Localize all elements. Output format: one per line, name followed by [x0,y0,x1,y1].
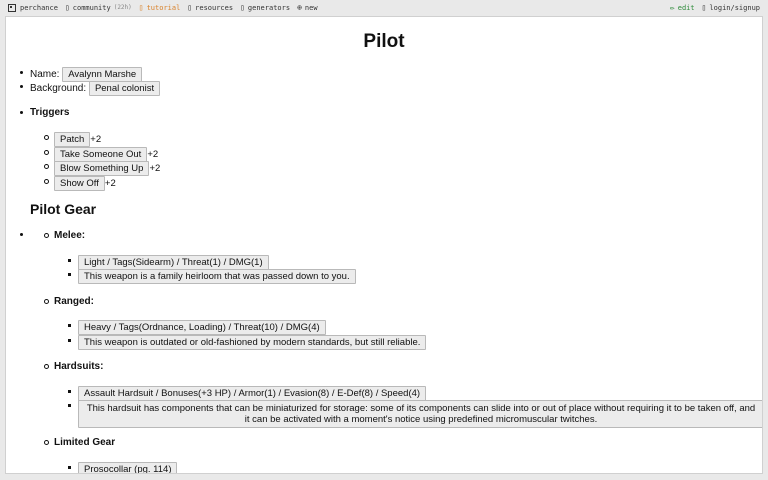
name-label: Name: [30,69,60,80]
background-value-button[interactable]: Penal colonist [88,81,161,96]
folder-icon: ▯ [187,3,193,12]
nav-resources-link[interactable]: ▯ resources [187,3,233,12]
community-badge: (22h) [113,4,132,11]
top-nav-left: perchance ▯ community (22h) ▯ tutorial ▯… [0,3,325,12]
gear-list-bullet [20,233,23,236]
top-nav-right: ✏ edit ▯ login/signup [670,3,768,12]
ranged-label: Ranged: [44,296,94,307]
user-icon: ▯ [701,3,707,12]
melee-label: Melee: [43,230,86,241]
trigger-item: Blow Something Up +2 [43,161,161,176]
hardsuit-desc-button[interactable]: This hardsuit has components that can be… [78,400,762,428]
trigger-item: Take Someone Out +2 [43,147,159,162]
nav-new-link[interactable]: ⊕ new [297,3,317,12]
top-nav-bar: perchance ▯ community (22h) ▯ tutorial ▯… [0,0,768,15]
list-icon: ▯ [240,3,245,12]
nav-community-label: community [72,3,111,12]
nav-tutorial-link[interactable]: ▯ tutorial [139,3,181,12]
chat-icon: ▯ [64,3,70,12]
hardsuit-stats-item: Assault Hardsuit / Bonuses(+3 HP) / Armo… [67,386,427,401]
ranged-desc-item: This weapon is outdated or old-fashioned… [67,335,427,350]
nav-tutorial-label: tutorial [146,3,181,12]
triggers-heading: Triggers [19,107,70,118]
hardsuit-desc-item: This hardsuit has components that can be… [68,400,762,428]
ranged-stats-button[interactable]: Heavy / Tags(Ordnance, Loading) / Threat… [78,320,326,335]
nav-generators-link[interactable]: ▯ generators [240,3,290,12]
page-title: Pilot [363,31,405,52]
trigger-modifier: +2 [147,149,159,160]
trigger-modifier: +2 [90,134,102,145]
ranged-stats-item: Heavy / Tags(Ordnance, Loading) / Threat… [68,320,326,335]
hardsuit-stats-button[interactable]: Assault Hardsuit / Bonuses(+3 HP) / Armo… [78,386,427,401]
nav-home-label: perchance [20,3,58,12]
trigger-button[interactable]: Take Someone Out [54,147,148,162]
nav-new-label: new [304,3,318,12]
name-value-button[interactable]: Avalynn Marshe [62,67,143,82]
limited-gear-button[interactable]: Prosocollar (pg. 114) [78,462,178,473]
melee-stats-button[interactable]: Light / Tags(Sidearm) / Threat(1) / DMG(… [78,255,269,270]
trigger-modifier: +2 [149,163,161,174]
plus-circle-icon: ⊕ [297,3,302,12]
limited-gear-item: Prosocollar (pg. 114) [67,462,178,473]
background-row: Background: Penal colonist [19,81,161,96]
trigger-modifier: +2 [104,178,116,189]
pencil-icon: ✏ [669,3,675,12]
nav-home-link[interactable]: perchance [8,3,58,12]
background-label: Background: [30,83,87,94]
name-row: Name: Avalynn Marshe [19,67,143,82]
pilot-gear-heading: Pilot Gear [30,201,97,217]
nav-edit-label: edit [677,3,695,12]
book-icon: ▯ [138,3,144,12]
limited-gear-label: Limited Gear [43,437,116,448]
nav-resources-label: resources [195,3,234,12]
perchance-logo-icon [8,3,16,12]
trigger-button[interactable]: Blow Something Up [54,161,150,176]
trigger-button[interactable]: Patch [54,132,91,147]
hardsuits-label: Hardsuits: [43,361,104,372]
ranged-desc-button[interactable]: This weapon is outdated or old-fashioned… [78,335,427,350]
generator-output-panel: Pilot Name: Avalynn Marshe Background: P… [5,16,763,474]
melee-desc-button[interactable]: This weapon is a family heirloom that wa… [78,269,356,284]
nav-edit-link[interactable]: ✏ edit [670,3,695,12]
trigger-button[interactable]: Show Off [54,176,105,191]
nav-login-label: login/signup [709,3,760,12]
trigger-item: Show Off +2 [44,176,116,191]
nav-generators-label: generators [247,3,291,12]
nav-login-link[interactable]: ▯ login/signup [702,3,760,12]
nav-community-link[interactable]: ▯ community (22h) [65,3,132,12]
melee-desc-item: This weapon is a family heirloom that wa… [68,269,356,284]
melee-stats-item: Light / Tags(Sidearm) / Threat(1) / DMG(… [68,255,269,270]
trigger-item: Patch +2 [43,132,102,147]
